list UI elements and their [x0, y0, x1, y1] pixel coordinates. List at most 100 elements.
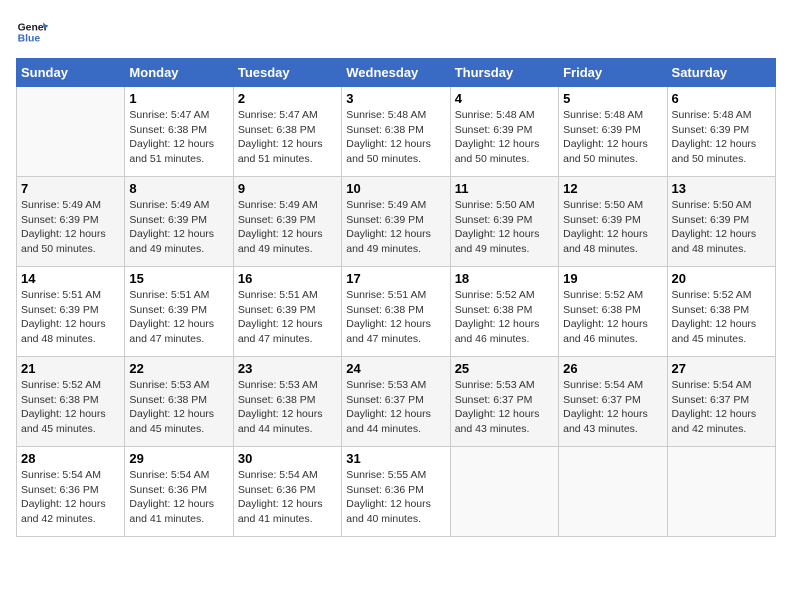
day-info: Sunrise: 5:50 AM Sunset: 6:39 PM Dayligh…: [563, 198, 662, 257]
calendar-week-row: 7 Sunrise: 5:49 AM Sunset: 6:39 PM Daylig…: [17, 177, 776, 267]
logo: General Blue: [16, 16, 48, 48]
day-number: 7: [21, 181, 120, 196]
day-number: 24: [346, 361, 445, 376]
day-number: 1: [129, 91, 228, 106]
calendar-cell: 16 Sunrise: 5:51 AM Sunset: 6:39 PM Dayli…: [233, 267, 341, 357]
weekday-header: Saturday: [667, 59, 775, 87]
calendar-cell: 14 Sunrise: 5:51 AM Sunset: 6:39 PM Dayli…: [17, 267, 125, 357]
day-number: 4: [455, 91, 554, 106]
day-number: 31: [346, 451, 445, 466]
day-number: 14: [21, 271, 120, 286]
day-info: Sunrise: 5:50 AM Sunset: 6:39 PM Dayligh…: [672, 198, 771, 257]
calendar-cell: 5Sunrise: 5:48 AM Sunset: 6:39 PM Daylig…: [559, 87, 667, 177]
day-number: 23: [238, 361, 337, 376]
weekday-header: Sunday: [17, 59, 125, 87]
day-info: Sunrise: 5:54 AM Sunset: 6:37 PM Dayligh…: [672, 378, 771, 437]
calendar-cell: [17, 87, 125, 177]
day-info: Sunrise: 5:54 AM Sunset: 6:36 PM Dayligh…: [238, 468, 337, 527]
calendar-cell: 17 Sunrise: 5:51 AM Sunset: 6:38 PM Dayli…: [342, 267, 450, 357]
calendar-cell: 19 Sunrise: 5:52 AM Sunset: 6:38 PM Dayli…: [559, 267, 667, 357]
calendar-week-row: 21 Sunrise: 5:52 AM Sunset: 6:38 PM Dayli…: [17, 357, 776, 447]
calendar-week-row: 28Sunrise: 5:54 AM Sunset: 6:36 PM Dayli…: [17, 447, 776, 537]
day-number: 3: [346, 91, 445, 106]
day-info: Sunrise: 5:54 AM Sunset: 6:36 PM Dayligh…: [21, 468, 120, 527]
calendar-week-row: 14 Sunrise: 5:51 AM Sunset: 6:39 PM Dayli…: [17, 267, 776, 357]
svg-text:Blue: Blue: [18, 34, 41, 45]
day-info: Sunrise: 5:47 AM Sunset: 6:38 PM Dayligh…: [129, 108, 228, 167]
day-number: 30: [238, 451, 337, 466]
day-number: 17: [346, 271, 445, 286]
day-info: Sunrise: 5:53 AM Sunset: 6:37 PM Dayligh…: [455, 378, 554, 437]
day-info: Sunrise: 5:49 AM Sunset: 6:39 PM Dayligh…: [238, 198, 337, 257]
day-info: Sunrise: 5:52 AM Sunset: 6:38 PM Dayligh…: [563, 288, 662, 347]
day-info: Sunrise: 5:53 AM Sunset: 6:37 PM Dayligh…: [346, 378, 445, 437]
day-number: 6: [672, 91, 771, 106]
calendar-cell: [667, 447, 775, 537]
calendar-cell: 15 Sunrise: 5:51 AM Sunset: 6:39 PM Dayli…: [125, 267, 233, 357]
calendar-header: SundayMondayTuesdayWednesdayThursdayFrid…: [17, 59, 776, 87]
day-info: Sunrise: 5:48 AM Sunset: 6:39 PM Dayligh…: [455, 108, 554, 167]
day-number: 11: [455, 181, 554, 196]
day-number: 21: [21, 361, 120, 376]
day-number: 26: [563, 361, 662, 376]
calendar-cell: 27Sunrise: 5:54 AM Sunset: 6:37 PM Dayli…: [667, 357, 775, 447]
day-info: Sunrise: 5:51 AM Sunset: 6:39 PM Dayligh…: [238, 288, 337, 347]
calendar-cell: [559, 447, 667, 537]
day-number: 15: [129, 271, 228, 286]
day-info: Sunrise: 5:49 AM Sunset: 6:39 PM Dayligh…: [129, 198, 228, 257]
calendar-cell: 10 Sunrise: 5:49 AM Sunset: 6:39 PM Dayli…: [342, 177, 450, 267]
calendar-cell: 6 Sunrise: 5:48 AM Sunset: 6:39 PM Daylig…: [667, 87, 775, 177]
weekday-header: Thursday: [450, 59, 558, 87]
day-number: 25: [455, 361, 554, 376]
calendar-cell: 29Sunrise: 5:54 AM Sunset: 6:36 PM Dayli…: [125, 447, 233, 537]
calendar-cell: 12Sunrise: 5:50 AM Sunset: 6:39 PM Dayli…: [559, 177, 667, 267]
day-info: Sunrise: 5:48 AM Sunset: 6:39 PM Dayligh…: [563, 108, 662, 167]
day-info: Sunrise: 5:53 AM Sunset: 6:38 PM Dayligh…: [238, 378, 337, 437]
calendar-cell: [450, 447, 558, 537]
calendar-cell: 11 Sunrise: 5:50 AM Sunset: 6:39 PM Dayli…: [450, 177, 558, 267]
header: General Blue: [16, 16, 776, 48]
day-number: 16: [238, 271, 337, 286]
day-info: Sunrise: 5:52 AM Sunset: 6:38 PM Dayligh…: [21, 378, 120, 437]
calendar-cell: 20 Sunrise: 5:52 AM Sunset: 6:38 PM Dayli…: [667, 267, 775, 357]
day-number: 20: [672, 271, 771, 286]
calendar-body: 1 Sunrise: 5:47 AM Sunset: 6:38 PM Daylig…: [17, 87, 776, 537]
calendar-cell: 26 Sunrise: 5:54 AM Sunset: 6:37 PM Dayli…: [559, 357, 667, 447]
calendar-cell: 2 Sunrise: 5:47 AM Sunset: 6:38 PM Daylig…: [233, 87, 341, 177]
calendar-cell: 7Sunrise: 5:49 AM Sunset: 6:39 PM Daylig…: [17, 177, 125, 267]
day-info: Sunrise: 5:48 AM Sunset: 6:38 PM Dayligh…: [346, 108, 445, 167]
day-info: Sunrise: 5:53 AM Sunset: 6:38 PM Dayligh…: [129, 378, 228, 437]
day-info: Sunrise: 5:49 AM Sunset: 6:39 PM Dayligh…: [346, 198, 445, 257]
calendar-cell: 3 Sunrise: 5:48 AM Sunset: 6:38 PM Daylig…: [342, 87, 450, 177]
day-info: Sunrise: 5:55 AM Sunset: 6:36 PM Dayligh…: [346, 468, 445, 527]
calendar-cell: 8 Sunrise: 5:49 AM Sunset: 6:39 PM Daylig…: [125, 177, 233, 267]
day-info: Sunrise: 5:48 AM Sunset: 6:39 PM Dayligh…: [672, 108, 771, 167]
day-number: 22: [129, 361, 228, 376]
weekday-row: SundayMondayTuesdayWednesdayThursdayFrid…: [17, 59, 776, 87]
weekday-header: Monday: [125, 59, 233, 87]
day-number: 10: [346, 181, 445, 196]
calendar-cell: 30 Sunrise: 5:54 AM Sunset: 6:36 PM Dayli…: [233, 447, 341, 537]
day-info: Sunrise: 5:52 AM Sunset: 6:38 PM Dayligh…: [672, 288, 771, 347]
day-info: Sunrise: 5:54 AM Sunset: 6:37 PM Dayligh…: [563, 378, 662, 437]
day-number: 8: [129, 181, 228, 196]
day-number: 18: [455, 271, 554, 286]
weekday-header: Tuesday: [233, 59, 341, 87]
day-info: Sunrise: 5:51 AM Sunset: 6:39 PM Dayligh…: [21, 288, 120, 347]
day-info: Sunrise: 5:51 AM Sunset: 6:38 PM Dayligh…: [346, 288, 445, 347]
day-number: 9: [238, 181, 337, 196]
calendar-table: SundayMondayTuesdayWednesdayThursdayFrid…: [16, 58, 776, 537]
calendar-cell: 18Sunrise: 5:52 AM Sunset: 6:38 PM Dayli…: [450, 267, 558, 357]
day-number: 19: [563, 271, 662, 286]
day-info: Sunrise: 5:54 AM Sunset: 6:36 PM Dayligh…: [129, 468, 228, 527]
day-number: 2: [238, 91, 337, 106]
calendar-cell: 28Sunrise: 5:54 AM Sunset: 6:36 PM Dayli…: [17, 447, 125, 537]
weekday-header: Wednesday: [342, 59, 450, 87]
day-info: Sunrise: 5:51 AM Sunset: 6:39 PM Dayligh…: [129, 288, 228, 347]
day-info: Sunrise: 5:50 AM Sunset: 6:39 PM Dayligh…: [455, 198, 554, 257]
calendar-cell: 4 Sunrise: 5:48 AM Sunset: 6:39 PM Daylig…: [450, 87, 558, 177]
calendar-cell: 25 Sunrise: 5:53 AM Sunset: 6:37 PM Dayli…: [450, 357, 558, 447]
day-info: Sunrise: 5:47 AM Sunset: 6:38 PM Dayligh…: [238, 108, 337, 167]
calendar-cell: 13Sunrise: 5:50 AM Sunset: 6:39 PM Dayli…: [667, 177, 775, 267]
calendar-cell: 9 Sunrise: 5:49 AM Sunset: 6:39 PM Daylig…: [233, 177, 341, 267]
